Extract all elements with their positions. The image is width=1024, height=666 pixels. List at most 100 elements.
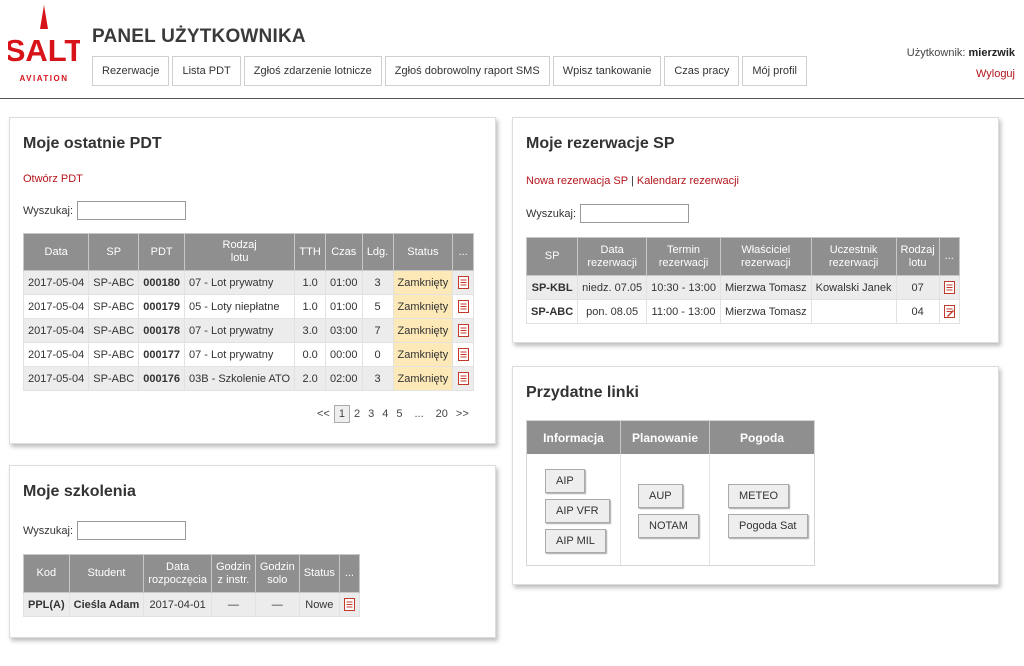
document-icon[interactable] — [457, 276, 469, 289]
col-header[interactable]: Ldg. — [361, 233, 394, 271]
cell-time: 03:00 — [324, 318, 363, 343]
col-header[interactable]: Rodzaj lotu — [895, 237, 940, 276]
table-row[interactable]: 2017-05-04 SP-ABC 000180 07 - Lot prywat… — [22, 270, 474, 295]
table-row[interactable]: PPL(A) Cieśla Adam 2017-04-01 — — Nowe — [23, 592, 360, 617]
link-aip-mil-button[interactable]: AIP MIL — [545, 529, 606, 553]
useful-links-title: Przydatne linki — [526, 384, 639, 401]
col-header[interactable]: PDT — [138, 233, 185, 271]
cell-action — [452, 270, 474, 295]
nav-tab-czas-pracy[interactable]: Czas pracy — [664, 56, 740, 86]
cell-action — [338, 592, 360, 617]
salt-aviation-logo[interactable]: SALT AVIATION — [5, 5, 83, 85]
table-row[interactable]: 2017-05-04 SP-ABC 000177 07 - Lot prywat… — [22, 342, 474, 367]
pager-last[interactable]: >> — [452, 408, 473, 420]
table-row[interactable]: 2017-05-04 SP-ABC 000176 03B - Szkolenie… — [22, 366, 474, 391]
logout-link[interactable]: Wyloguj — [976, 68, 1015, 80]
reservation-search-input[interactable] — [580, 204, 690, 223]
table-row[interactable]: 2017-05-04 SP-ABC 000178 07 - Lot prywat… — [22, 318, 474, 343]
pdt-pagination: << 1 2 3 4 5 ... 20 >> — [313, 405, 473, 423]
cell-sp: SP-ABC — [88, 366, 140, 391]
cell-sp: SP-ABC — [88, 318, 140, 343]
col-header[interactable]: Godzin solo — [254, 554, 300, 593]
pager-page[interactable]: 4 — [378, 408, 392, 420]
link-notam-button[interactable]: NOTAM — [638, 514, 699, 538]
col-header[interactable]: Właściciel rezerwacji — [719, 237, 812, 276]
col-header[interactable]: Termin rezerwacji — [646, 237, 721, 276]
document-icon[interactable] — [457, 348, 469, 361]
useful-links-panel: Przydatne linki Informacja Planowanie Po… — [512, 366, 999, 585]
open-pdt-link[interactable]: Otwórz PDT — [23, 173, 83, 185]
link-aip-button[interactable]: AIP — [545, 469, 585, 493]
pdt-search-input[interactable] — [77, 201, 187, 220]
link-meteo-button[interactable]: METEO — [728, 484, 790, 508]
reservation-calendar-link[interactable]: Kalendarz rezerwacji — [637, 175, 739, 187]
col-header[interactable]: Data rezerwacji — [577, 237, 648, 276]
cell-type: 07 - Lot prywatny — [183, 270, 296, 295]
nav-tab-moj-profil[interactable]: Mój profil — [742, 56, 807, 86]
document-icon[interactable] — [457, 372, 469, 385]
document-icon[interactable] — [343, 598, 355, 611]
cell-type: 04 — [895, 299, 940, 324]
training-search-input[interactable] — [77, 521, 187, 540]
col-header[interactable]: Uczestnik rezerwacji — [810, 237, 897, 276]
document-icon[interactable] — [457, 300, 469, 313]
col-header[interactable]: Data — [22, 233, 90, 271]
nav-tab-lista-pdt[interactable]: Lista PDT — [172, 56, 241, 86]
cell-time: 02:00 — [324, 366, 363, 391]
link-aip-vfr-button[interactable]: AIP VFR — [545, 499, 610, 523]
cell-status: Zamknięty — [392, 342, 454, 367]
new-reservation-link[interactable]: Nowa rezerwacja SP — [526, 175, 628, 187]
nav-tab-zglos-zdarzenie[interactable]: Zgłoś zdarzenie lotnicze — [243, 56, 382, 86]
col-header[interactable]: SP — [88, 233, 140, 271]
col-header[interactable]: Rodzaj lotu — [183, 233, 296, 271]
cell-ldg: 5 — [361, 294, 394, 319]
links-col-informacja: AIP AIP VFR AIP MIL — [527, 454, 621, 565]
col-header[interactable]: Godzin z instr. — [211, 554, 256, 593]
col-header[interactable]: SP — [525, 237, 579, 276]
reservations-panel-title: Moje rezerwacje SP — [526, 135, 675, 152]
col-header[interactable]: Status — [392, 233, 454, 271]
cell-action — [938, 299, 960, 324]
edit-document-icon[interactable] — [943, 305, 955, 318]
pager-page[interactable]: 3 — [364, 408, 378, 420]
nav-tab-rezerwacje[interactable]: Rezerwacje — [92, 56, 170, 86]
main-nav: Rezerwacje Lista PDT Zgłoś zdarzenie lot… — [92, 56, 807, 86]
recent-pdt-panel: Moje ostatnie PDT Otwórz PDT Wyszukaj: D… — [9, 117, 496, 444]
pager-first[interactable]: << — [313, 408, 334, 420]
pager-page[interactable]: 5 — [392, 408, 406, 420]
nav-tab-tankowanie[interactable]: Wpisz tankowanie — [552, 56, 662, 86]
pager-page[interactable]: 20 — [432, 408, 452, 420]
user-info: Użytkownik: mierzwik — [907, 47, 1015, 59]
table-row[interactable]: 2017-05-04 SP-ABC 000179 05 - Loty niepł… — [22, 294, 474, 319]
cell-date: 2017-05-04 — [22, 366, 90, 391]
trainings-panel-title: Moje szkolenia — [23, 483, 136, 500]
cell-status: Zamknięty — [392, 294, 454, 319]
cell-ldg: 0 — [361, 342, 394, 367]
col-header[interactable]: Status — [298, 554, 340, 593]
pager-page-current[interactable]: 1 — [333, 405, 350, 423]
table-row[interactable]: SP-KBL niedz. 07.05 10:30 - 13:00 Mierzw… — [525, 275, 960, 300]
logo-subtext: AVIATION — [19, 74, 68, 83]
col-header[interactable]: Data rozpoczęcia — [143, 554, 212, 593]
cell-sp: SP-KBL — [525, 275, 579, 300]
cell-pdt: 000179 — [138, 294, 185, 319]
cell-ldg: 3 — [361, 270, 394, 295]
document-icon[interactable] — [943, 281, 955, 294]
reservations-panel: Moje rezerwacje SP Nowa rezerwacja SP | … — [512, 117, 999, 343]
cell-time: 00:00 — [324, 342, 363, 367]
links-col-planowanie-header: Planowanie — [621, 421, 710, 454]
col-header[interactable]: TTH — [294, 233, 326, 271]
link-pogoda-sat-button[interactable]: Pogoda Sat — [728, 514, 808, 538]
cell-action — [452, 342, 474, 367]
table-row[interactable]: SP-ABC pon. 08.05 11:00 - 13:00 Mierzwa … — [525, 299, 960, 324]
pager-page[interactable]: 2 — [350, 408, 364, 420]
cell-status: Zamknięty — [392, 318, 454, 343]
col-header[interactable]: Student — [68, 554, 145, 593]
col-header[interactable]: Kod — [23, 554, 70, 593]
nav-tab-raport-sms[interactable]: Zgłoś dobrowolny raport SMS — [384, 56, 550, 86]
cell-date: pon. 08.05 — [577, 299, 648, 324]
document-icon[interactable] — [457, 324, 469, 337]
cell-pdt: 000176 — [138, 366, 185, 391]
col-header[interactable]: Czas — [324, 233, 363, 271]
link-aup-button[interactable]: AUP — [638, 484, 683, 508]
